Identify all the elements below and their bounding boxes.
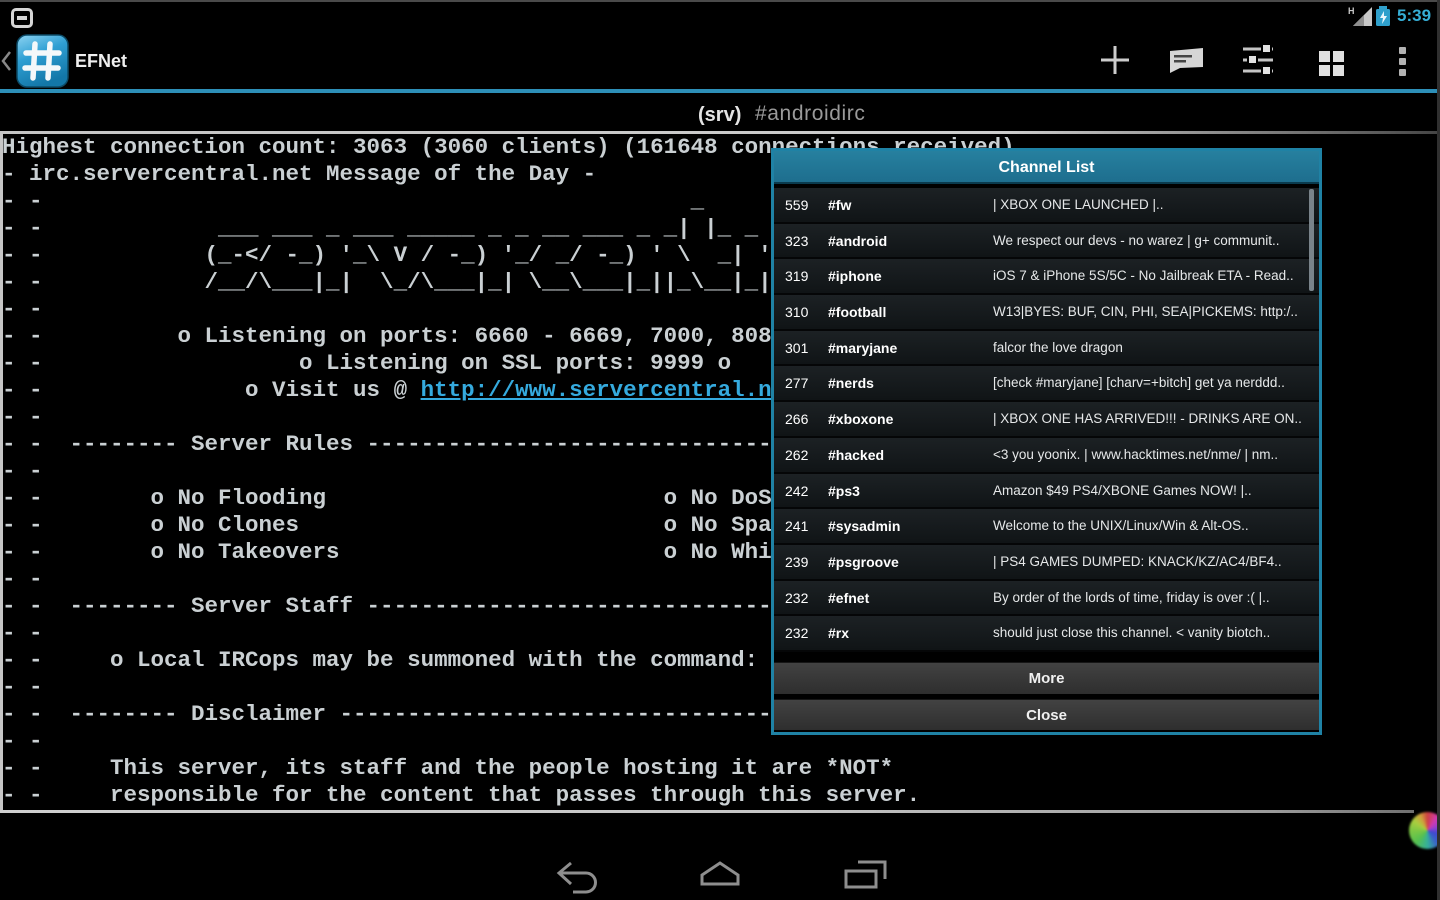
- svg-text:H: H: [1348, 6, 1355, 16]
